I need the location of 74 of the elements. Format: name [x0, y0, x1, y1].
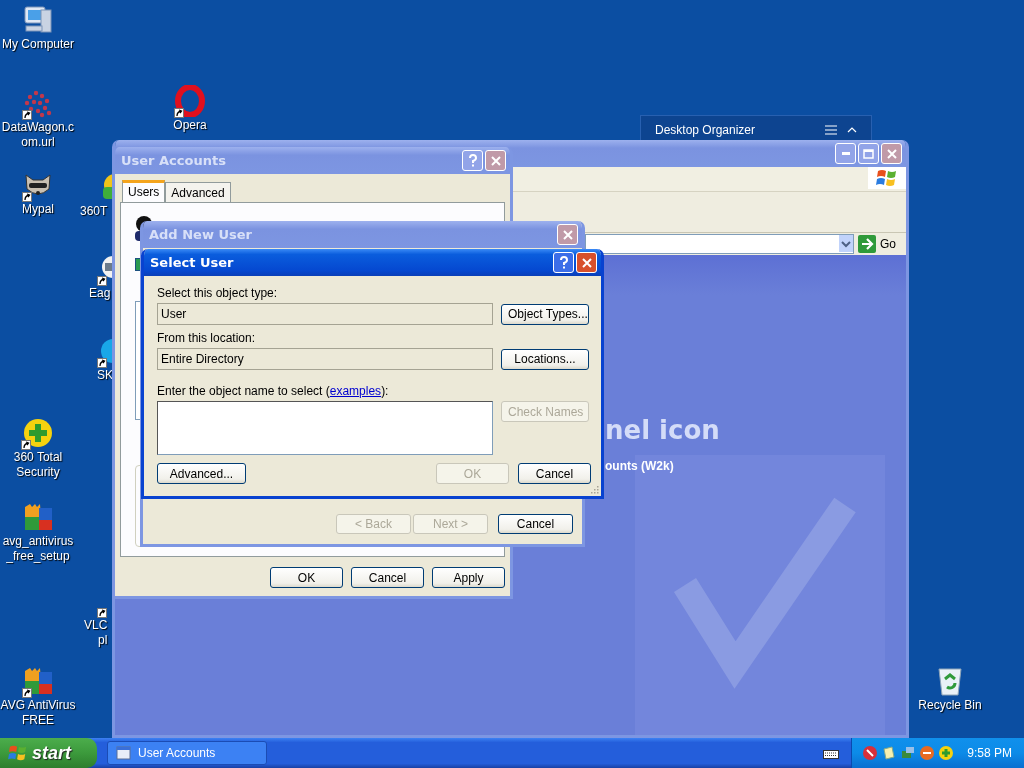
close-icon [562, 229, 573, 240]
close-icon [581, 257, 592, 268]
icon-label[interactable]: 360 Total [13, 450, 63, 465]
dialog-button[interactable]: Cancel [351, 567, 424, 588]
page-heading: nel icon [605, 415, 721, 445]
icon-label[interactable]: pl [98, 633, 108, 648]
stop-icon[interactable] [919, 745, 936, 761]
tiles-icon[interactable] [22, 665, 54, 697]
icon-label[interactable]: avg_antivirus [2, 534, 74, 549]
field-label: Select this object type: [157, 286, 279, 301]
advanced-button[interactable]: Advanced... [157, 463, 246, 484]
field-label: Enter the object name to select (examples): [157, 384, 390, 399]
icon-label[interactable]: _free_setup [6, 549, 70, 564]
icon-label[interactable]: AVG AntiVirus [0, 698, 76, 713]
icon-label[interactable]: My Computer [2, 37, 74, 52]
start-button[interactable]: start [0, 738, 97, 768]
section-link[interactable]: ounts (W2k) [605, 459, 906, 473]
arrow-icon [858, 235, 876, 253]
windows-flag-icon [868, 167, 906, 189]
examples-link[interactable]: examples [329, 384, 382, 398]
taskbar-button[interactable]: User Accounts [107, 741, 267, 765]
maximize-icon [863, 148, 874, 159]
address-field[interactable] [585, 234, 854, 254]
icon-label[interactable]: DataWagon.c [1, 120, 75, 135]
resize-grip-icon[interactable] [589, 484, 599, 494]
icon-label[interactable]: om.url [21, 135, 55, 150]
help-button[interactable] [553, 252, 574, 273]
keyboard-icon[interactable] [823, 747, 840, 759]
computer-icon[interactable] [22, 4, 54, 36]
icon-label[interactable]: Opera [173, 118, 207, 133]
window-title: Select User [150, 255, 234, 270]
note-icon[interactable] [881, 745, 898, 761]
tiles-icon[interactable] [22, 501, 54, 533]
close-icon [490, 155, 501, 166]
tab[interactable]: Advanced [165, 182, 231, 202]
minimize-icon [841, 152, 850, 155]
object-type-field: User [157, 303, 493, 325]
plus-icon[interactable] [21, 417, 55, 449]
close-icon [886, 148, 897, 159]
icon-label[interactable]: VLC [84, 618, 108, 633]
icon-label[interactable]: 360T [80, 204, 108, 219]
close-button[interactable] [576, 252, 597, 273]
windows-flag-icon [8, 744, 28, 762]
object-name-input[interactable] [157, 401, 493, 455]
help-icon [558, 256, 569, 269]
object-types-button[interactable]: Object Types... [501, 303, 589, 325]
locations-button[interactable]: Locations... [501, 348, 589, 370]
window-title: Add New User [149, 227, 252, 242]
icon-label[interactable]: FREE [22, 713, 54, 728]
dialog-button[interactable]: OK [270, 567, 343, 588]
field-label: From this location: [157, 331, 257, 346]
icon-label[interactable]: SK [97, 368, 113, 383]
help-icon [467, 154, 478, 167]
ring-icon[interactable] [174, 85, 206, 117]
tab[interactable]: Users [122, 180, 166, 202]
icon-label[interactable]: Eag [89, 286, 111, 301]
location-field: Entire Directory [157, 348, 493, 370]
icon-label[interactable]: Security [16, 465, 60, 480]
icon-label[interactable]: Recycle Bin [918, 698, 982, 713]
menu-icon[interactable] [825, 125, 837, 135]
icon-label[interactable]: Mypal [22, 202, 54, 217]
collapse-icon[interactable] [847, 126, 857, 134]
organizer-title: Desktop Organizer [655, 123, 757, 137]
clock: 9:58 PM [967, 746, 1012, 760]
wizard-button[interactable]: Cancel [498, 514, 573, 534]
window-title: User Accounts [121, 153, 226, 168]
dialog-button[interactable]: Apply [432, 567, 505, 588]
network-icon[interactable] [900, 745, 917, 761]
dropdown-icon[interactable] [839, 235, 853, 252]
shield-icon[interactable] [862, 745, 879, 761]
go-button[interactable]: Go [854, 235, 898, 253]
window-icon [116, 745, 132, 761]
cancel-button[interactable]: Cancel [518, 463, 591, 484]
recycle-bin-icon[interactable] [935, 665, 965, 697]
